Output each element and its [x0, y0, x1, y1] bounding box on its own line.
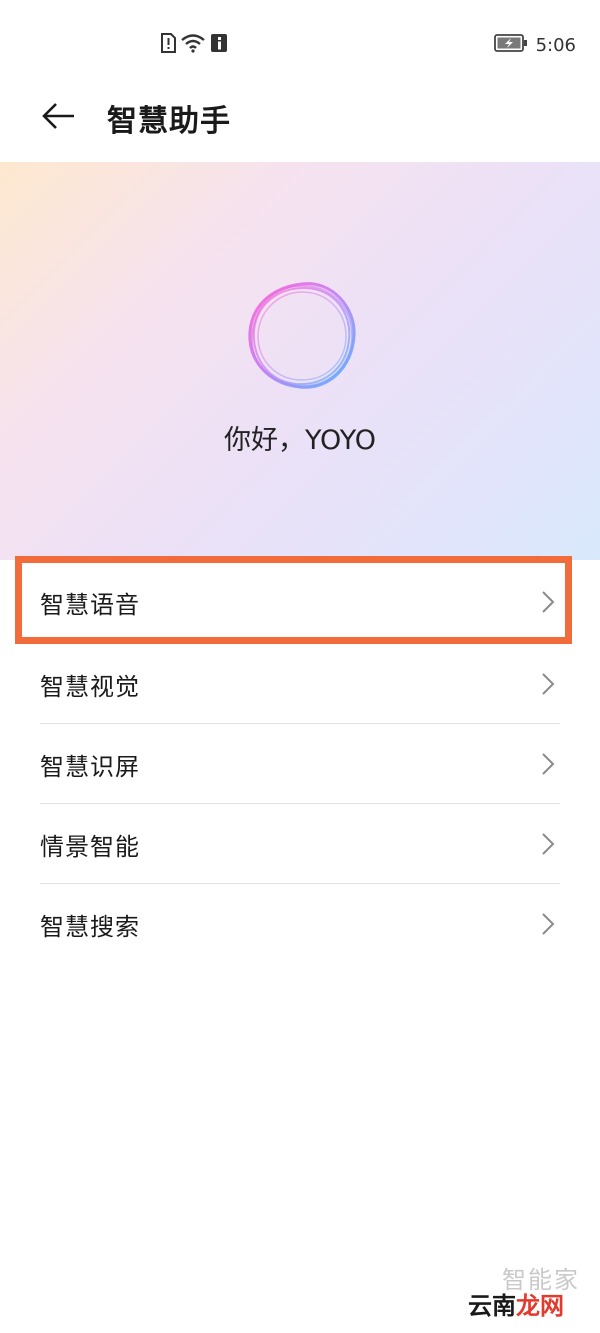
watermark-bottom: 云南龙网 [468, 1286, 564, 1321]
menu-item-smart-search[interactable]: 智慧搜索 [40, 884, 560, 964]
status-bar: 5:06 [0, 0, 600, 90]
feature-menu: 智慧语音 智慧视觉 智慧识屏 情景智能 智慧搜索 [0, 560, 600, 964]
chevron-right-icon [542, 833, 555, 855]
app-header: 智慧助手 [0, 82, 600, 152]
battery-charging-icon [493, 34, 528, 56]
greeting-text: 你好，YOYO [223, 425, 377, 456]
chevron-right-icon [542, 753, 555, 775]
assistant-ring-icon [240, 274, 364, 398]
watermark-prefix: 云南 [468, 1292, 516, 1320]
info-icon [210, 33, 228, 57]
menu-item-smart-voice[interactable]: 智慧语音 [40, 560, 560, 644]
page-title: 智慧助手 [107, 104, 231, 139]
menu-item-label: 智慧语音 [40, 590, 140, 619]
sim-alert-icon [160, 33, 176, 57]
chevron-right-icon [542, 591, 555, 613]
arrow-left-icon [40, 101, 76, 135]
watermark-suffix: 龙网 [516, 1292, 564, 1320]
assistant-banner: 你好，YOYO [0, 162, 600, 560]
menu-item-smart-vision[interactable]: 智慧视觉 [40, 644, 560, 724]
menu-item-label: 智慧搜索 [40, 912, 140, 941]
menu-item-label: 智慧识屏 [40, 752, 140, 781]
menu-item-smart-screen-recognition[interactable]: 智慧识屏 [40, 724, 560, 804]
status-icons [160, 33, 228, 57]
chevron-right-icon [542, 673, 555, 695]
menu-item-scene-intelligence[interactable]: 情景智能 [40, 804, 560, 884]
status-right: 5:06 [493, 31, 576, 59]
wifi-icon [180, 33, 206, 57]
status-time: 5:06 [535, 34, 576, 56]
back-button[interactable] [38, 98, 78, 138]
chevron-right-icon [542, 913, 555, 935]
menu-item-label: 情景智能 [40, 832, 140, 861]
menu-item-label: 智慧视觉 [40, 672, 140, 701]
